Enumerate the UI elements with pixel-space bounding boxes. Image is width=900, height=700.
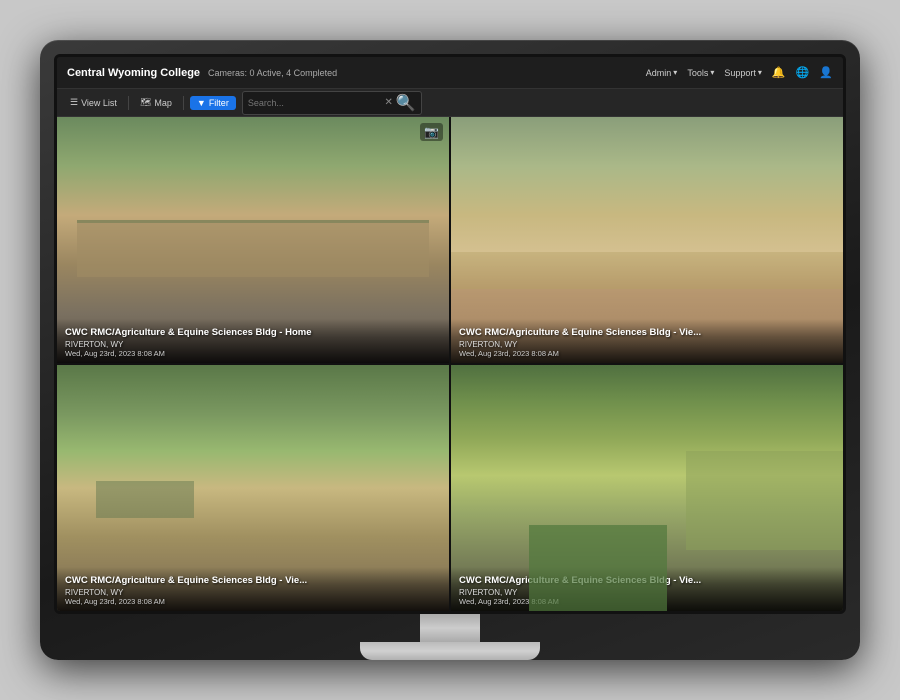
support-chevron-icon: ▾ xyxy=(758,68,762,77)
search-input[interactable] xyxy=(248,98,382,108)
view-list-button[interactable]: ☰ View List xyxy=(65,95,122,110)
view-list-label: View List xyxy=(81,98,117,108)
user-icon[interactable]: 👤 xyxy=(819,66,833,79)
monitor-base xyxy=(360,642,540,660)
filter-button[interactable]: ▼ Filter xyxy=(190,96,236,110)
tools-chevron-icon: ▾ xyxy=(710,68,714,77)
tools-menu[interactable]: Tools ▾ xyxy=(687,68,714,78)
toolbar: ☰ View List 🗺 Map ▼ Filter ✕ 🔍 xyxy=(57,89,843,117)
admin-chevron-icon: ▾ xyxy=(673,68,677,77)
support-menu[interactable]: Support ▾ xyxy=(724,68,762,78)
tools-label: Tools xyxy=(687,68,708,78)
camera-location-2: RIVERTON, WY xyxy=(459,340,835,349)
camera-title-2: CWC RMC/Agriculture & Equine Sciences Bl… xyxy=(459,327,835,338)
camera-location-4: RIVERTON, WY xyxy=(459,588,835,597)
app: Central Wyoming College Cameras: 0 Activ… xyxy=(57,57,843,611)
support-label: Support xyxy=(724,68,756,78)
toolbar-divider-1 xyxy=(128,96,129,110)
camera-cell-1[interactable]: CWC RMC/Agriculture & Equine Sciences Bl… xyxy=(57,117,449,363)
bell-icon[interactable]: 🔔 xyxy=(772,66,786,79)
cameras-status: Cameras: 0 Active, 4 Completed xyxy=(208,68,638,78)
camera-timestamp-1: Wed, Aug 23rd, 2023 8:08 AM xyxy=(65,349,441,358)
camera-overlay-4: CWC RMC/Agriculture & Equine Sciences Bl… xyxy=(451,567,843,611)
camera-title-4: CWC RMC/Agriculture & Equine Sciences Bl… xyxy=(459,575,835,586)
camera-grid: CWC RMC/Agriculture & Equine Sciences Bl… xyxy=(57,117,843,611)
camera-cell-2[interactable]: CWC RMC/Agriculture & Equine Sciences Bl… xyxy=(451,117,843,363)
navbar-brand: Central Wyoming College xyxy=(67,67,200,79)
navbar-right: Admin ▾ Tools ▾ Support ▾ 🔔 🌐 👤 xyxy=(646,66,833,79)
camera-overlay-1: CWC RMC/Agriculture & Equine Sciences Bl… xyxy=(57,319,449,363)
list-icon: ☰ xyxy=(70,97,78,108)
camera-location-3: RIVERTON, WY xyxy=(65,588,441,597)
search-box: ✕ 🔍 xyxy=(242,91,422,115)
search-clear-icon[interactable]: ✕ xyxy=(385,97,393,108)
admin-label: Admin xyxy=(646,68,672,78)
map-icon: 🗺 xyxy=(140,97,151,108)
camera-title-3: CWC RMC/Agriculture & Equine Sciences Bl… xyxy=(65,575,441,586)
search-icon: 🔍 xyxy=(396,93,416,113)
camera-title-1: CWC RMC/Agriculture & Equine Sciences Bl… xyxy=(65,327,441,338)
monitor-outer: Central Wyoming College Cameras: 0 Activ… xyxy=(40,40,860,660)
camera-overlay-3: CWC RMC/Agriculture & Equine Sciences Bl… xyxy=(57,567,449,611)
camera-timestamp-3: Wed, Aug 23rd, 2023 8:08 AM xyxy=(65,597,441,606)
monitor-screen-bezel: Central Wyoming College Cameras: 0 Activ… xyxy=(54,54,846,614)
camera-cell-3[interactable]: CWC RMC/Agriculture & Equine Sciences Bl… xyxy=(57,365,449,611)
camera-overlay-2: CWC RMC/Agriculture & Equine Sciences Bl… xyxy=(451,319,843,363)
toolbar-divider-2 xyxy=(183,96,184,110)
navbar: Central Wyoming College Cameras: 0 Activ… xyxy=(57,57,843,89)
globe-icon[interactable]: 🌐 xyxy=(796,66,810,79)
map-button[interactable]: 🗺 Map xyxy=(135,95,177,110)
camera-timestamp-2: Wed, Aug 23rd, 2023 8:08 AM xyxy=(459,349,835,358)
filter-icon: ▼ xyxy=(197,98,206,108)
camera-icon-badge-1: 📷 xyxy=(420,123,443,141)
monitor-neck xyxy=(420,614,480,642)
camera-cell-4[interactable]: CWC RMC/Agriculture & Equine Sciences Bl… xyxy=(451,365,843,611)
map-label: Map xyxy=(154,98,172,108)
camera-timestamp-4: Wed, Aug 23rd, 2023 8:08 AM xyxy=(459,597,835,606)
admin-menu[interactable]: Admin ▾ xyxy=(646,68,678,78)
camera-location-1: RIVERTON, WY xyxy=(65,340,441,349)
filter-label: Filter xyxy=(209,98,229,108)
